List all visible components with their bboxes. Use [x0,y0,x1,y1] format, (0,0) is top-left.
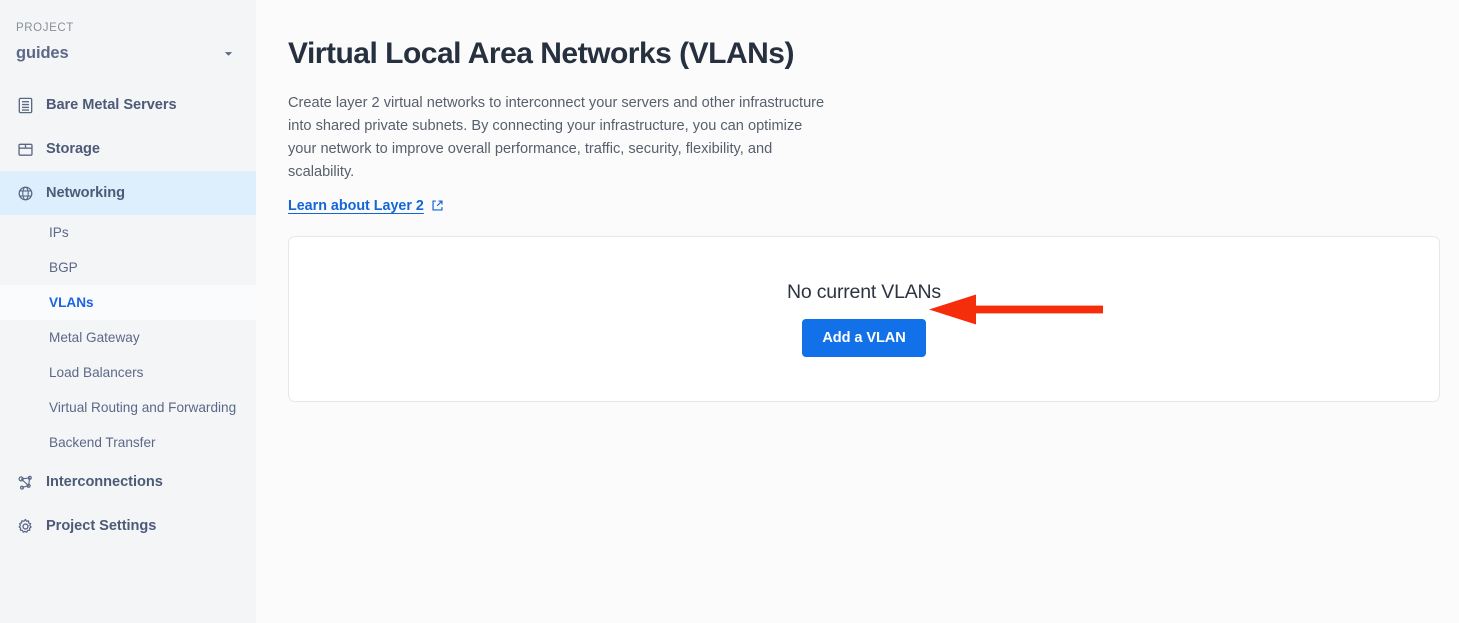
sidebar-subitem-vlans[interactable]: VLANs [0,285,256,320]
sidebar-subitem-label: Virtual Routing and Forwarding [49,400,237,415]
sidebar-subitem-metal-gateway[interactable]: Metal Gateway [0,320,256,355]
sidebar-subitem-load-balancers[interactable]: Load Balancers [0,355,256,390]
globe-icon [16,184,35,203]
empty-state-title: No current VLANs [787,280,941,303]
sidebar-subitem-label: Load Balancers [49,365,144,380]
sidebar-item-label: Storage [46,141,100,157]
sidebar-subitem-label: IPs [49,225,69,240]
sidebar-subitem-label: Backend Transfer [49,435,156,450]
sidebar-item-networking[interactable]: Networking [0,171,256,215]
learn-link-label: Learn about Layer 2 [288,197,424,214]
main-content: Virtual Local Area Networks (VLANs) Crea… [256,0,1459,623]
server-list-icon [16,96,35,115]
sidebar-item-bare-metal-servers[interactable]: Bare Metal Servers [0,83,256,127]
network-nodes-icon [16,473,35,492]
sidebar-item-label: Bare Metal Servers [46,97,177,113]
learn-about-layer-2-link[interactable]: Learn about Layer 2 [288,198,444,214]
chevron-down-icon [223,48,234,59]
project-section-label: PROJECT [16,22,74,34]
gear-icon [16,517,35,536]
sidebar-item-label: Networking [46,185,125,201]
project-selector[interactable]: guides [0,34,256,63]
sidebar-subitem-label: BGP [49,260,78,275]
sidebar-item-project-settings[interactable]: Project Settings [0,504,256,548]
sidebar-subitem-bgp[interactable]: BGP [0,250,256,285]
primary-navigation: Bare Metal Servers Storage Networking IP… [0,83,256,548]
project-name: guides [16,44,69,62]
networking-subnav: IPs BGP VLANs Metal Gateway Load Balance… [0,215,256,460]
sidebar-item-interconnections[interactable]: Interconnections [0,460,256,504]
vlans-empty-state-card: No current VLANs Add a VLAN [288,235,1440,402]
box-icon [16,140,35,159]
sidebar-subitem-label: Metal Gateway [49,330,140,345]
add-a-vlan-button[interactable]: Add a VLAN [802,318,926,357]
page-title: Virtual Local Area Networks (VLANs) [288,37,794,70]
sidebar-subitem-label: VLANs [49,295,94,310]
page-description: Create layer 2 virtual networks to inter… [288,95,825,180]
external-link-icon [431,199,444,212]
sidebar-item-label: Project Settings [46,518,157,534]
sidebar: PROJECT guides Bare Metal Servers Storag… [0,0,256,623]
sidebar-item-label: Interconnections [46,474,163,490]
app-root: PROJECT guides Bare Metal Servers Storag… [0,0,1459,623]
sidebar-subitem-backend-transfer[interactable]: Backend Transfer [0,425,256,460]
sidebar-item-storage[interactable]: Storage [0,127,256,171]
sidebar-subitem-virtual-routing-and-forwarding[interactable]: Virtual Routing and Forwarding [0,390,256,425]
sidebar-subitem-ips[interactable]: IPs [0,215,256,250]
